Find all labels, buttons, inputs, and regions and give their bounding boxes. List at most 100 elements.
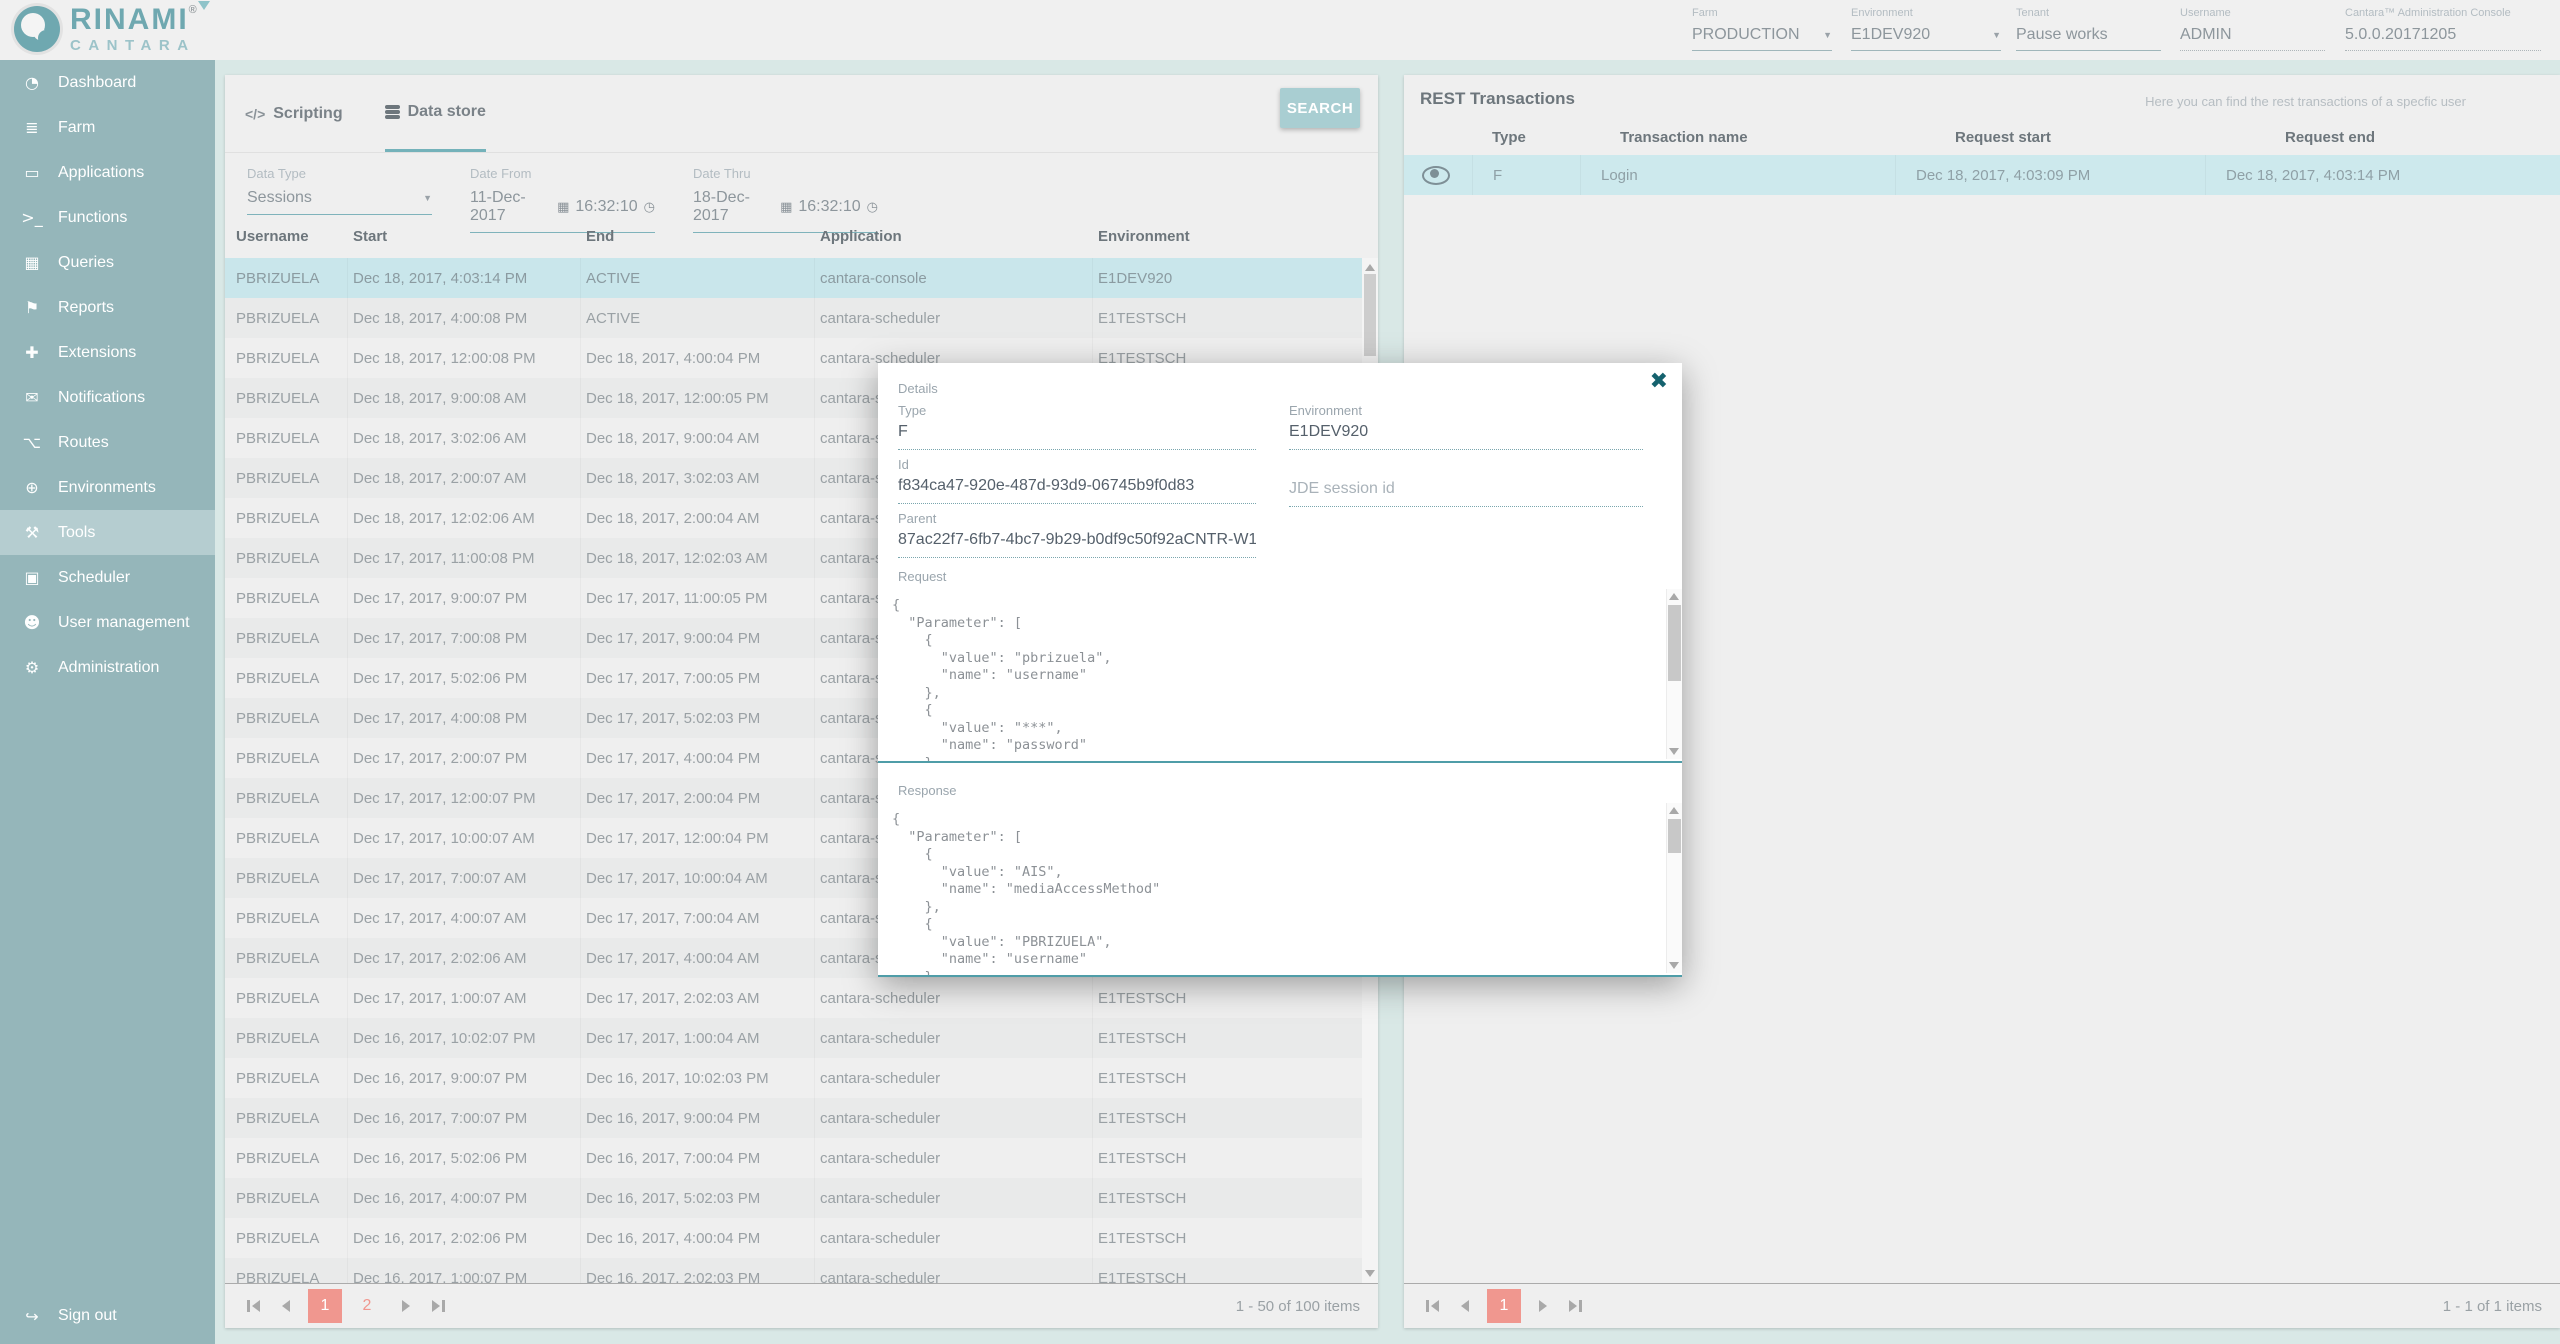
parent-value[interactable]: 87ac22f7-6fb7-4bc7-9b29-b0df9c50f92aCNTR… <box>898 531 1256 558</box>
sidebar-item-applications[interactable]: ▭ Applications <box>0 150 215 195</box>
calendar-icon[interactable]: ▦ <box>557 200 569 215</box>
response-scrollbar[interactable] <box>1666 803 1682 973</box>
date-from-inputs[interactable]: 11-Dec-2017 ▦ 16:32:10 ◷ <box>470 189 655 233</box>
table-row[interactable]: PBRIZUELA Dec 16, 2017, 9:00:07 PM Dec 1… <box>225 1058 1362 1098</box>
eye-icon[interactable] <box>1422 166 1450 185</box>
type-value[interactable]: F <box>898 423 1256 450</box>
type-field: Type F <box>898 403 1256 450</box>
table-row[interactable]: PBRIZUELA Dec 16, 2017, 7:00:07 PM Dec 1… <box>225 1098 1362 1138</box>
tenant-label: Tenant <box>2016 7 2161 19</box>
sidebar-item-farm[interactable]: ≣ Farm <box>0 105 215 150</box>
request-json: { "Parameter": [ { "value": "pbrizuela",… <box>878 589 1682 763</box>
chevron-down-icon: ▼ <box>423 193 432 203</box>
sidebar-item-reports[interactable]: ⚑ Reports <box>0 285 215 330</box>
page-numbers: 1 <box>1487 1289 1521 1323</box>
parent-field: Parent 87ac22f7-6fb7-4bc7-9b29-b0df9c50f… <box>898 511 1256 558</box>
table-row[interactable]: PBRIZUELA Dec 17, 2017, 1:00:07 AM Dec 1… <box>225 978 1362 1018</box>
table-row[interactable]: PBRIZUELA Dec 16, 2017, 10:02:07 PM Dec … <box>225 1018 1362 1058</box>
table-row[interactable]: PBRIZUELA Dec 18, 2017, 4:03:14 PM ACTIV… <box>225 258 1362 298</box>
date-thru-inputs[interactable]: 18-Dec-2017 ▦ 16:32:10 ◷ <box>693 189 878 233</box>
request-scrollbar[interactable] <box>1666 589 1682 759</box>
tab-data-store[interactable]: Data store <box>385 75 486 152</box>
first-page-button[interactable] <box>1422 1296 1443 1316</box>
date-thru-field: Date Thru 18-Dec-2017 ▦ 16:32:10 ◷ <box>693 166 878 233</box>
column-header-request-end: Request end <box>2265 129 2560 146</box>
previous-page-button[interactable] <box>1457 1296 1473 1316</box>
calendar-icon[interactable]: ▦ <box>780 200 792 215</box>
page-button[interactable]: 1 <box>308 1289 342 1323</box>
sidebar-item-routes[interactable]: ⌥ Routes <box>0 420 215 465</box>
sign-out-button[interactable]: ↪ Sign out <box>0 1294 215 1338</box>
table-row[interactable]: PBRIZUELA Dec 18, 2017, 4:00:08 PM ACTIV… <box>225 298 1362 338</box>
page-button[interactable]: 2 <box>350 1289 384 1323</box>
top-header-bar: RINAMI® CANTARA Farm PRODUCTION▼ Environ… <box>0 0 2560 60</box>
sidebar-item-tools[interactable]: ⚒ Tools <box>0 510 215 555</box>
tenant-input[interactable]: Pause works <box>2016 26 2161 51</box>
sidebar-item-environments[interactable]: ⊕ Environments <box>0 465 215 510</box>
clock-icon[interactable]: ◷ <box>644 200 655 215</box>
farm-select[interactable]: PRODUCTION▼ <box>1692 26 1832 51</box>
first-page-button[interactable] <box>243 1296 264 1316</box>
search-button[interactable]: SEARCH <box>1280 88 1360 128</box>
scroll-up-arrow[interactable] <box>1669 593 1679 600</box>
column-header-environment: Environment <box>1093 228 1362 258</box>
transaction-details-modal: ✖ Details Type F Environment E1DEV920 Id… <box>878 363 1682 977</box>
rest-pager: 1 <box>1422 1289 1586 1323</box>
table-row[interactable]: PBRIZUELA Dec 16, 2017, 5:02:06 PM Dec 1… <box>225 1138 1362 1178</box>
username-field: Username ADMIN <box>2180 7 2325 51</box>
rinami-cantara-logo: RINAMI® CANTARA <box>14 5 199 53</box>
sidebar-item-user-management[interactable]: ☻ User management <box>0 600 215 645</box>
table-row[interactable]: PBRIZUELA Dec 16, 2017, 4:00:07 PM Dec 1… <box>225 1178 1362 1218</box>
sidebar-item-dashboard[interactable]: ◔ Dashboard <box>0 60 215 105</box>
page-button[interactable]: 1 <box>1487 1289 1521 1323</box>
tenant-field: Tenant Pause works <box>2016 7 2161 51</box>
wrench-icon: ⚒ <box>20 523 44 542</box>
terminal-icon: >_ <box>20 208 44 227</box>
jde-session-id-input[interactable]: JDE session id <box>1289 480 1643 507</box>
table-row[interactable]: PBRIZUELA Dec 16, 2017, 2:02:06 PM Dec 1… <box>225 1218 1362 1258</box>
scroll-up-arrow[interactable] <box>1365 264 1375 271</box>
table-row[interactable]: PBRIZUELA Dec 16, 2017, 1:00:07 PM Dec 1… <box>225 1258 1362 1283</box>
brand-name: RINAMI® <box>70 5 199 35</box>
sidebar-item-extensions[interactable]: ✚ Extensions <box>0 330 215 375</box>
request-json-box[interactable]: { "Parameter": [ { "value": "pbrizuela",… <box>878 589 1682 763</box>
sidebar-item-administration[interactable]: ⚙ Administration <box>0 645 215 690</box>
registered-mark: ® <box>189 4 199 16</box>
date-from-field: Date From 11-Dec-2017 ▦ 16:32:10 ◷ <box>470 166 655 233</box>
scrollbar-thumb[interactable] <box>1668 819 1681 853</box>
chevron-down-icon: ▼ <box>1992 30 2001 40</box>
jde-session-id-field: JDE session id <box>1289 475 1643 507</box>
rest-transaction-row[interactable]: F Login Dec 18, 2017, 4:03:09 PM Dec 18,… <box>1404 155 2560 195</box>
tab-scripting[interactable]: </> Scripting <box>245 75 343 152</box>
id-field: Id f834ca47-920e-487d-93d9-06745b9f0d83 <box>898 457 1256 504</box>
scroll-down-arrow[interactable] <box>1669 962 1679 969</box>
sidebar-item-functions[interactable]: >_ Functions <box>0 195 215 240</box>
sidebar-item-notifications[interactable]: ✉ Notifications <box>0 375 215 420</box>
scroll-down-arrow[interactable] <box>1365 1270 1375 1277</box>
response-json-box[interactable]: { "Parameter": [ { "value": "AIS", "name… <box>878 803 1682 977</box>
next-page-button[interactable] <box>1535 1296 1551 1316</box>
data-type-select[interactable]: Sessions ▼ <box>247 189 432 215</box>
sidebar-item-scheduler[interactable]: ▣ Scheduler <box>0 555 215 600</box>
environment-select[interactable]: E1DEV920▼ <box>1851 26 2001 51</box>
rest-panel-hint: Here you can find the rest transactions … <box>2145 94 2466 109</box>
previous-page-button[interactable] <box>278 1296 294 1316</box>
scroll-up-arrow[interactable] <box>1669 807 1679 814</box>
last-page-button[interactable] <box>1565 1296 1586 1316</box>
last-page-button[interactable] <box>428 1296 449 1316</box>
scroll-down-arrow[interactable] <box>1669 748 1679 755</box>
close-icon[interactable]: ✖ <box>1650 369 1668 394</box>
scrollbar-thumb[interactable] <box>1364 274 1376 356</box>
environment-value[interactable]: E1DEV920 <box>1289 423 1643 450</box>
environment-field: Environment E1DEV920 <box>1289 403 1643 450</box>
username-value: ADMIN <box>2180 26 2325 51</box>
clock-icon[interactable]: ◷ <box>867 200 878 215</box>
id-value[interactable]: f834ca47-920e-487d-93d9-06745b9f0d83 <box>898 477 1256 504</box>
scrollbar-thumb[interactable] <box>1668 605 1681 681</box>
sidebar-item-queries[interactable]: ▦ Queries <box>0 240 215 285</box>
database-icon <box>385 105 400 109</box>
next-page-button[interactable] <box>398 1296 414 1316</box>
logo-text: RINAMI® CANTARA <box>70 5 199 53</box>
brand-subname: CANTARA <box>70 38 199 53</box>
column-header-transaction-name: Transaction name <box>1600 129 1935 146</box>
